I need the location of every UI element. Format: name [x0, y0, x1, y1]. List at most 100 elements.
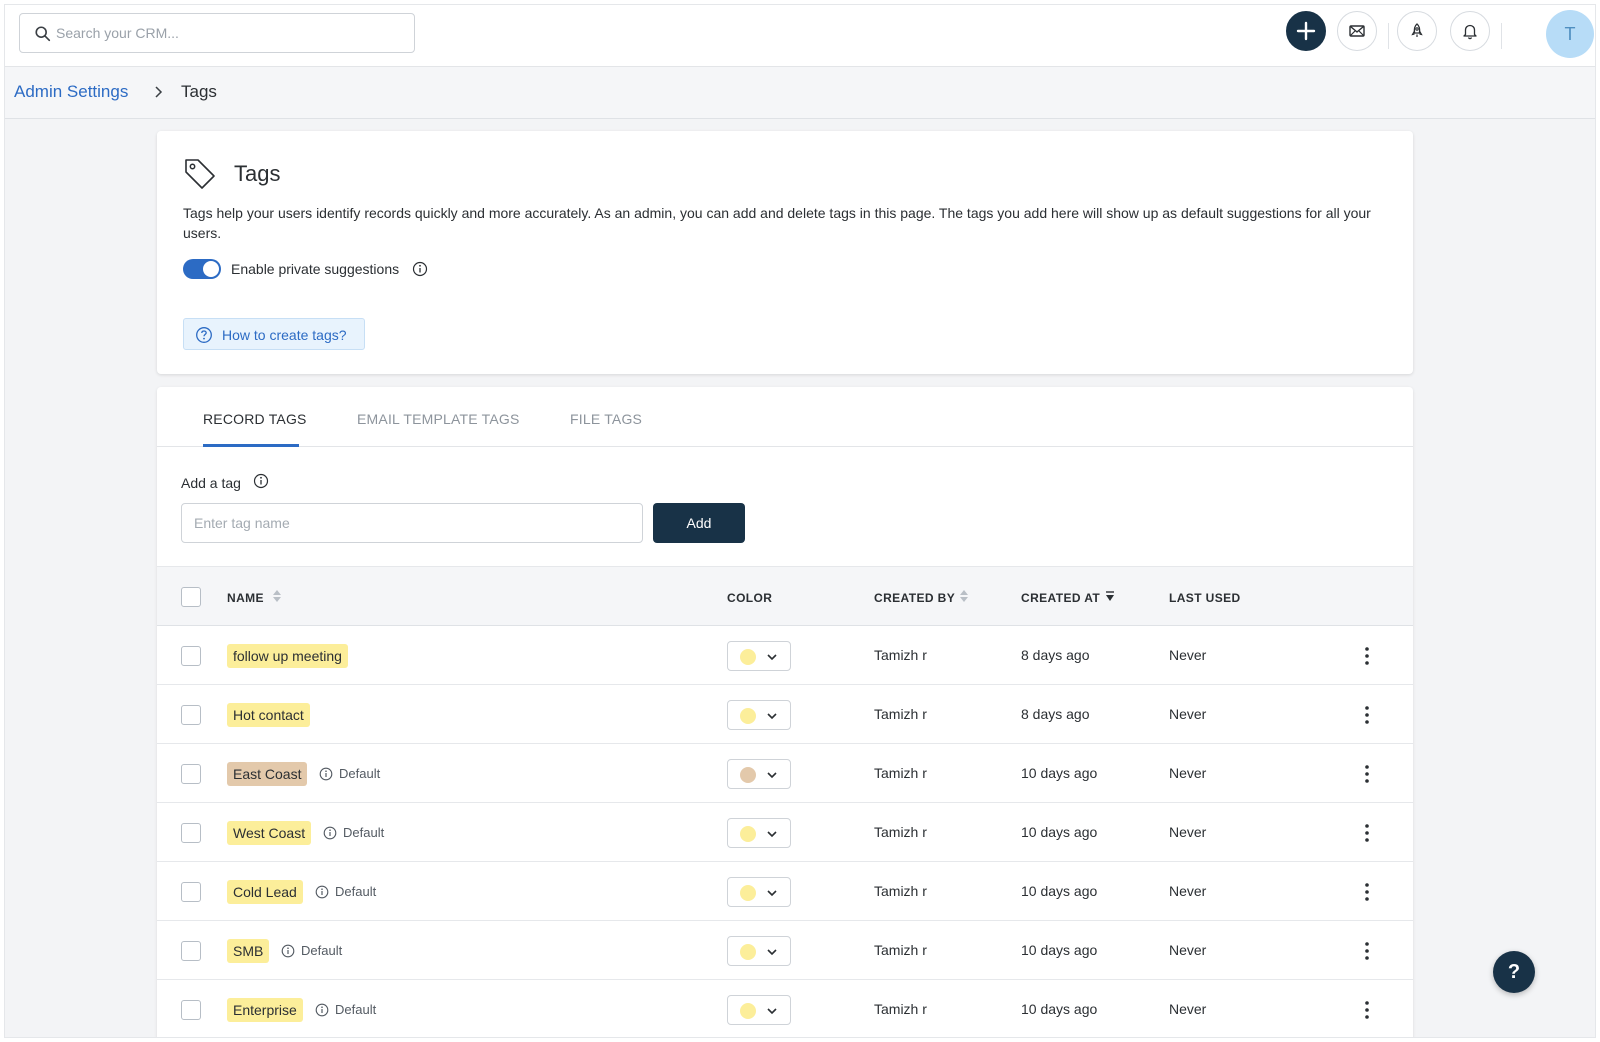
- created-by-cell: Tamizh r: [874, 1001, 927, 1017]
- last-used-cell: Never: [1169, 765, 1207, 781]
- row-checkbox[interactable]: [181, 705, 201, 725]
- default-indicator: Default: [315, 1002, 376, 1017]
- chevron-down-icon: [767, 713, 777, 720]
- last-used-cell: Never: [1169, 706, 1207, 722]
- table-row[interactable]: Cold Lead Default Tamizh r 10 days ago Never: [157, 862, 1413, 921]
- avatar[interactable]: T: [1546, 10, 1594, 58]
- color-dropdown[interactable]: [727, 641, 791, 671]
- default-label: Default: [335, 1002, 377, 1017]
- more-options-icon[interactable]: [1357, 940, 1377, 962]
- more-options-icon[interactable]: [1357, 999, 1377, 1021]
- select-all-checkbox[interactable]: [181, 587, 201, 607]
- notifications-button[interactable]: [1450, 11, 1490, 51]
- color-swatch: [740, 649, 756, 665]
- tag-name-input[interactable]: [181, 503, 643, 543]
- info-icon: [319, 767, 333, 780]
- info-icon: [315, 885, 329, 898]
- color-dropdown[interactable]: [727, 759, 791, 789]
- bell-icon: [1463, 24, 1477, 40]
- tag-pill[interactable]: Enterprise: [227, 998, 303, 1022]
- add-tag-button[interactable]: Add: [653, 503, 745, 543]
- info-icon[interactable]: [253, 473, 269, 489]
- tab-record-tags[interactable]: RECORD TAGS: [203, 411, 307, 427]
- table-row[interactable]: West Coast Default Tamizh r 10 days ago Neve…: [157, 803, 1413, 862]
- last-used-cell: Never: [1169, 942, 1207, 958]
- tag-pill[interactable]: follow up meeting: [227, 644, 348, 668]
- more-options-icon[interactable]: [1357, 822, 1377, 844]
- color-swatch: [740, 885, 756, 901]
- info-icon: [281, 944, 295, 957]
- more-options-icon[interactable]: [1357, 881, 1377, 903]
- row-checkbox[interactable]: [181, 941, 201, 961]
- row-checkbox[interactable]: [181, 882, 201, 902]
- info-icon: [323, 826, 337, 839]
- created-at-cell: 10 days ago: [1021, 765, 1098, 781]
- toolbar-divider: [1501, 23, 1502, 49]
- avatar-initial: T: [1564, 23, 1576, 44]
- row-checkbox[interactable]: [181, 1000, 201, 1020]
- search-input[interactable]: [56, 15, 406, 51]
- email-button[interactable]: [1337, 11, 1377, 51]
- more-options-icon[interactable]: [1357, 763, 1377, 785]
- question-circle-icon: [196, 327, 212, 343]
- row-checkbox[interactable]: [181, 823, 201, 843]
- active-tab-indicator: [203, 444, 299, 447]
- sort-descending-icon[interactable]: [1105, 588, 1115, 604]
- tag-pill[interactable]: Cold Lead: [227, 880, 303, 904]
- more-options-icon[interactable]: [1357, 645, 1377, 667]
- chevron-down-icon: [767, 949, 777, 956]
- info-icon[interactable]: [412, 261, 428, 277]
- tab-email-template-tags[interactable]: EMAIL TEMPLATE TAGS: [357, 411, 520, 427]
- created-at-cell: 10 days ago: [1021, 883, 1098, 899]
- created-at-cell: 8 days ago: [1021, 647, 1090, 663]
- color-dropdown[interactable]: [727, 700, 791, 730]
- search-icon: [35, 26, 51, 42]
- row-checkbox[interactable]: [181, 646, 201, 666]
- table-row[interactable]: SMB Default Tamizh r 10 days ago Never: [157, 921, 1413, 980]
- private-suggestions-toggle[interactable]: [183, 259, 221, 279]
- chevron-down-icon: [767, 890, 777, 897]
- more-options-icon[interactable]: [1357, 704, 1377, 726]
- color-dropdown[interactable]: [727, 877, 791, 907]
- create-button[interactable]: [1286, 11, 1326, 51]
- color-dropdown[interactable]: [727, 936, 791, 966]
- column-created-at[interactable]: CREATED AT: [1021, 591, 1100, 605]
- color-dropdown[interactable]: [727, 995, 791, 1025]
- color-swatch: [740, 826, 756, 842]
- info-icon: [315, 1003, 329, 1016]
- tag-pill[interactable]: West Coast: [227, 821, 312, 845]
- table-row[interactable]: East Coast Default Tamizh r 10 days ago Neve…: [157, 744, 1413, 803]
- search-box[interactable]: [19, 13, 415, 53]
- column-created-by[interactable]: CREATED BY: [874, 591, 955, 605]
- created-by-cell: Tamizh r: [874, 824, 927, 840]
- how-to-create-tags-link[interactable]: How to create tags?: [183, 318, 365, 350]
- help-button[interactable]: ?: [1493, 951, 1535, 993]
- table-row[interactable]: Hot contact Tamizh r 8 days ago Never: [157, 685, 1413, 744]
- color-dropdown[interactable]: [727, 818, 791, 848]
- default-label: Default: [335, 884, 377, 899]
- created-by-cell: Tamizh r: [874, 765, 927, 781]
- launch-button[interactable]: [1397, 11, 1437, 51]
- breadcrumb-admin-settings[interactable]: Admin Settings: [14, 82, 128, 102]
- row-checkbox[interactable]: [181, 764, 201, 784]
- created-at-cell: 8 days ago: [1021, 706, 1090, 722]
- tab-file-tags[interactable]: FILE TAGS: [570, 411, 642, 427]
- app-frame: T Admin Settings Tags Tags Tags help you…: [4, 4, 1596, 1038]
- tag-icon: [185, 159, 215, 189]
- default-indicator: Default: [281, 943, 342, 958]
- page-title: Tags: [234, 161, 281, 186]
- tag-pill[interactable]: SMB: [227, 939, 270, 963]
- tag-pill[interactable]: East Coast: [227, 762, 308, 786]
- table-row[interactable]: Enterprise Default Tamizh r 10 days ago Neve…: [157, 980, 1413, 1037]
- table-row[interactable]: follow up meeting Tamizh r 8 days ago Never: [157, 626, 1413, 685]
- column-name[interactable]: NAME: [227, 591, 264, 605]
- sort-icon[interactable]: [959, 588, 969, 604]
- created-by-cell: Tamizh r: [874, 942, 927, 958]
- rocket-icon: [1411, 23, 1423, 37]
- top-bar: T: [5, 5, 1595, 67]
- default-indicator: Default: [315, 884, 376, 899]
- sort-icon[interactable]: [272, 588, 282, 604]
- tag-pill[interactable]: Hot contact: [227, 703, 310, 727]
- chevron-down-icon: [767, 831, 777, 838]
- default-indicator: Default: [319, 766, 380, 781]
